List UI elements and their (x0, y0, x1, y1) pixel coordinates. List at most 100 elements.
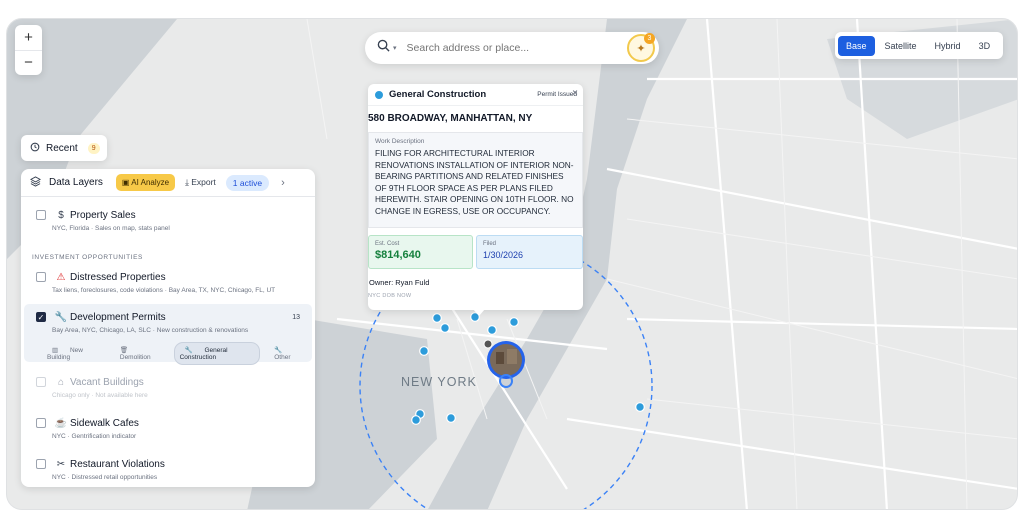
layer-item-property-sales[interactable]: $ Property Sales NYC, Florida · Sales on … (21, 207, 315, 232)
recent-count-badge: 9 (87, 142, 100, 154)
permit-marker[interactable] (411, 415, 421, 425)
map-canvas[interactable]: NEW YORK + − ▾ ✦ 3 Base Satellite Hybrid… (6, 18, 1018, 510)
permit-marker[interactable] (635, 402, 645, 412)
permit-marker[interactable] (446, 413, 456, 423)
sparkle-icon: ✦ (636, 42, 646, 55)
layer-count: 13 (292, 313, 300, 321)
layers-header: Data Layers ▣ AI Analyze ⤓ Export 1 acti… (21, 169, 315, 197)
est-cost-value: $814,640 (375, 249, 421, 261)
est-cost-label: Est. Cost (375, 241, 400, 247)
layer-item-restaurant-violations[interactable]: ✂ Restaurant Violations NYC · Distressed … (21, 456, 315, 481)
permit-stats: Est. Cost $814,640 Filed 1/30/2026 (368, 235, 583, 269)
layers-icon (29, 175, 42, 190)
layer-label: Development Permits (70, 311, 166, 323)
chevron-down-icon[interactable]: ▾ (393, 44, 397, 52)
layer-checkbox[interactable] (36, 272, 46, 282)
zoom-out-button[interactable]: − (15, 51, 42, 76)
map-type-hybrid[interactable]: Hybrid (927, 36, 969, 56)
zoom-control: + − (15, 25, 42, 75)
search-bar: ▾ ✦ 3 (365, 32, 659, 64)
popup-pointer (473, 309, 485, 316)
layer-description: Chicago only · Not available here (52, 392, 148, 399)
ai-assistant-button[interactable]: ✦ 3 (627, 33, 655, 62)
sparkle-icon: ▣ (121, 178, 132, 187)
wrench-icon: 🔧 (54, 311, 68, 323)
permit-marker[interactable] (440, 323, 450, 333)
layer-label: Restaurant Violations (70, 458, 165, 470)
filter-chip-demolition[interactable]: 🗑 Demolition (110, 343, 170, 364)
permit-popup: General Construction Permit Issued ✕ 580… (368, 84, 583, 310)
layer-item-distressed-properties[interactable]: ⚠ Distressed Properties Tax liens, forecl… (21, 269, 315, 294)
section-header-investment: INVESTMENT OPPORTUNITIES (32, 254, 143, 261)
layer-description: NYC · Gentrification indicator (52, 433, 137, 440)
layer-item-vacant-buildings: ⌂ Vacant Buildings Chicago only · Not ava… (21, 374, 315, 399)
filter-chip-other[interactable]: 🔧 Other (264, 343, 312, 364)
work-description-text: FILING FOR ARCHITECTURAL INTERIOR RENOVA… (375, 148, 574, 216)
permit-status-badge: Permit Issued (537, 91, 577, 98)
export-button[interactable]: ⤓ Export (185, 177, 216, 188)
coffee-icon: ☕ (54, 417, 68, 429)
dollar-icon: $ (58, 209, 64, 221)
permit-owner: Owner: Ryan Fuld (369, 278, 430, 287)
zoom-in-button[interactable]: + (15, 25, 42, 51)
layer-checkbox-checked[interactable]: ✓ (36, 312, 46, 322)
data-layers-panel: Data Layers ▣ AI Analyze ⤓ Export 1 acti… (21, 169, 315, 487)
layers-title: Data Layers (49, 177, 103, 188)
chip-label: Demolition (119, 354, 151, 361)
warning-icon: ⚠ (56, 271, 66, 283)
filter-chip-new-building[interactable]: ▥ New Building (42, 343, 106, 364)
close-icon[interactable]: ✕ (572, 89, 578, 97)
permit-type: General Construction (389, 89, 487, 100)
layer-checkbox-disabled (36, 377, 46, 387)
work-description-box: Work Description FILING FOR ARCHITECTURA… (368, 132, 583, 228)
export-label: Export (191, 177, 216, 187)
search-input[interactable] (406, 42, 617, 54)
map-type-base[interactable]: Base (838, 35, 875, 56)
layer-item-sidewalk-cafes[interactable]: ☕ Sidewalk Cafes NYC · Gentrification ind… (21, 415, 315, 440)
filed-label: Filed (483, 241, 497, 247)
ai-analyze-button[interactable]: ▣ AI Analyze (115, 174, 176, 191)
permit-marker[interactable] (509, 317, 519, 327)
map-type-3d[interactable]: 3D (971, 36, 999, 56)
permit-address: 580 BROADWAY, MANHATTAN, NY (368, 113, 533, 124)
layer-description: NYC · Distressed retail opportunities (52, 474, 158, 481)
map-type-satellite[interactable]: Satellite (877, 36, 925, 56)
permit-marker[interactable] (432, 313, 442, 323)
layer-label: Sidewalk Cafes (70, 417, 139, 429)
layer-checkbox[interactable] (36, 459, 46, 469)
ai-analyze-label: AI Analyze (131, 178, 170, 187)
filter-chip-general-construction[interactable]: 🔧 General Construction (173, 342, 261, 365)
layer-label: Property Sales (70, 209, 136, 221)
recent-label: Recent (46, 142, 78, 154)
layer-label: Distressed Properties (70, 271, 166, 283)
permit-type-filters: ▥ New Building 🗑 Demolition 🔧 General Co… (24, 342, 312, 365)
layer-label: Vacant Buildings (70, 376, 144, 388)
layer-checkbox[interactable] (36, 210, 46, 220)
active-count-badge[interactable]: 1 active (225, 174, 270, 191)
permit-marker[interactable] (419, 346, 429, 356)
permit-marker-gray[interactable] (483, 339, 493, 349)
utensils-icon: ✂ (56, 458, 66, 470)
layer-checkbox[interactable] (36, 418, 46, 428)
recent-button[interactable]: Recent 9 (21, 135, 107, 161)
city-label: NEW YORK (401, 375, 477, 389)
chip-label: Other (274, 354, 291, 361)
layer-description: Tax liens, foreclosures, code violations… (52, 287, 276, 294)
filed-box: Filed 1/30/2026 (476, 235, 583, 269)
layer-description: Bay Area, NYC, Chicago, LA, SLC · New co… (52, 327, 249, 334)
data-source: NYC DOB NOW (368, 293, 412, 299)
permit-type-dot (375, 90, 383, 99)
layer-item-development-permits[interactable]: ✓ 🔧 Development Permits 13 Bay Area, NYC, C… (24, 304, 312, 365)
est-cost-box: Est. Cost $814,640 (368, 235, 473, 269)
chevron-right-icon[interactable]: › (281, 177, 285, 189)
map-type-switcher: Base Satellite Hybrid 3D (835, 32, 1003, 59)
permit-marker[interactable] (487, 325, 497, 335)
layer-description: NYC, Florida · Sales on map, stats panel (52, 225, 170, 232)
work-description-label: Work Description (375, 138, 425, 145)
popup-header: General Construction Permit Issued ✕ (368, 84, 583, 106)
search-icon[interactable] (377, 39, 390, 57)
home-icon: ⌂ (57, 376, 65, 388)
ai-badge: 3 (644, 33, 655, 44)
filed-value: 1/30/2026 (483, 250, 524, 260)
history-icon (30, 142, 40, 155)
